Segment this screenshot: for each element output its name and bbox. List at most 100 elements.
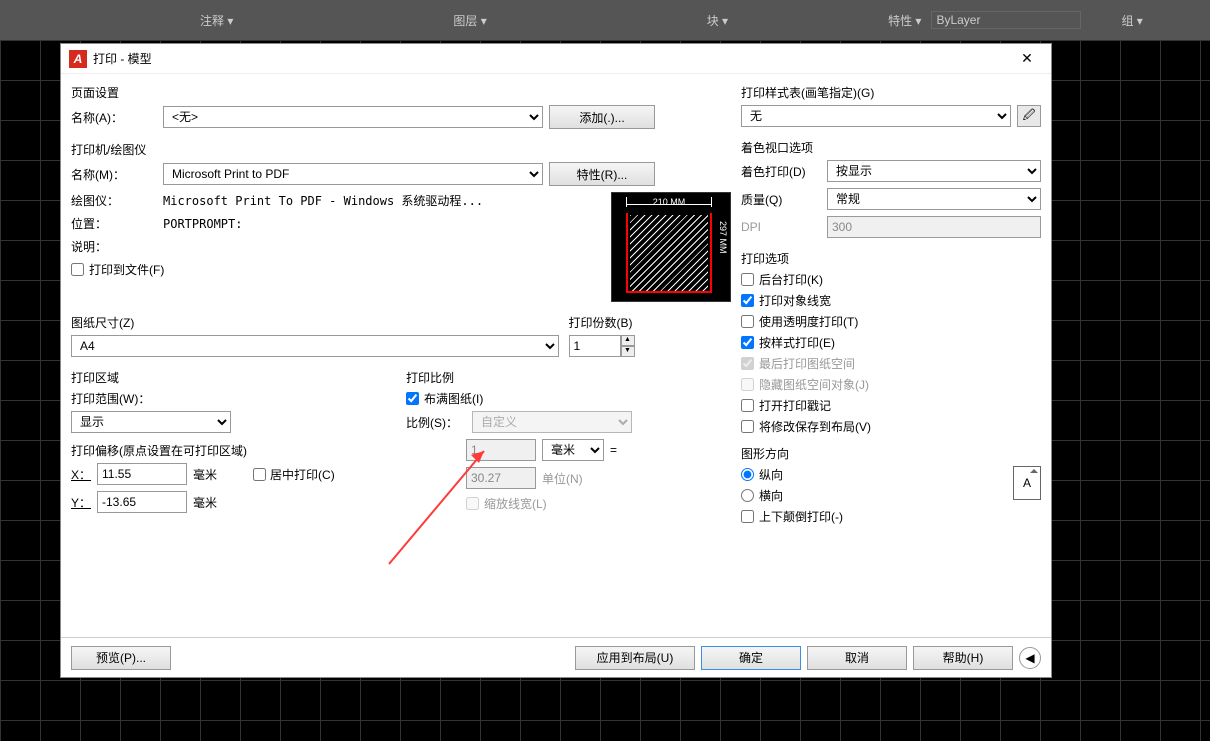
copies-input[interactable] — [569, 335, 621, 357]
transparency-label: 使用透明度打印(T) — [759, 313, 858, 330]
expand-button[interactable]: ◀ — [1019, 647, 1041, 669]
printer-group: 打印机/绘图仪 名称(M)： Microsoft Print to PDF 特性… — [71, 141, 731, 308]
scale-unit2-label: 单位(N) — [542, 470, 583, 487]
scale-unit1-select[interactable]: 毫米 — [542, 439, 604, 461]
printer-name-label: 名称(M)： — [71, 166, 157, 183]
background-print-label: 后台打印(K) — [759, 271, 823, 288]
style-table-edit-button[interactable]: 🖉 — [1017, 105, 1041, 127]
orientation-icon: A — [1013, 466, 1041, 500]
scale-select: 自定义 — [472, 411, 632, 433]
style-table-group: 打印样式表(画笔指定)(G) 无 🖉 — [741, 84, 1041, 133]
upside-down-checkbox[interactable] — [741, 510, 754, 523]
fit-to-paper-label: 布满图纸(I) — [424, 390, 483, 407]
print-scale-group: 打印比例 布满图纸(I) 比例(S)： 自定义 毫米 = 单位(N) 缩放线宽(… — [406, 369, 731, 516]
layer-select[interactable]: ByLayer — [931, 11, 1081, 29]
paper-preview: 210 MM 297 MM — [611, 192, 731, 302]
paper-size-select[interactable]: A4 — [71, 335, 559, 357]
printer-name-select[interactable]: Microsoft Print to PDF — [163, 163, 543, 185]
page-setup-heading: 页面设置 — [71, 84, 731, 101]
landscape-label: 横向 — [759, 487, 783, 504]
scale-lw-checkbox — [466, 497, 479, 510]
location-value: PORTPROMPT: — [163, 217, 242, 231]
plotter-label: 绘图仪： — [71, 192, 157, 209]
brush-icon: 🖉 — [1023, 106, 1036, 127]
ribbon-group[interactable]: 块 ▾ — [707, 12, 728, 29]
plotter-value: Microsoft Print To PDF - Windows 系统驱动程..… — [163, 192, 483, 209]
background-print-checkbox[interactable] — [741, 273, 754, 286]
stamp-checkbox[interactable] — [741, 399, 754, 412]
style-table-select[interactable]: 无 — [741, 105, 1011, 127]
save-layout-label: 将修改保存到布局(V) — [759, 418, 871, 435]
ribbon-group[interactable]: 组 ▾ — [1121, 12, 1142, 29]
offset-x-input[interactable] — [97, 463, 187, 485]
fit-to-paper-checkbox[interactable] — [406, 392, 419, 405]
close-button[interactable]: ✕ — [1011, 50, 1043, 67]
printer-props-button[interactable]: 特性(R)... — [549, 162, 655, 186]
stamp-label: 打开打印戳记 — [759, 397, 831, 414]
paper-size-group: 图纸尺寸(Z) A4 — [71, 314, 559, 357]
shade-viewport-heading: 着色视口选项 — [741, 139, 1041, 156]
print-to-file-checkbox[interactable] — [71, 263, 84, 276]
shade-viewport-group: 着色视口选项 着色打印(D) 按显示 质量(Q) 常规 DPI — [741, 139, 1041, 244]
ribbon-bar: 注释 ▾ 图层 ▾ 块 ▾ 特性 ▾ ByLayer 组 ▾ — [0, 0, 1210, 40]
chevron-left-icon: ◀ — [1025, 651, 1034, 665]
copies-heading: 打印份数(B) — [569, 314, 732, 331]
dpi-label: DPI — [741, 220, 821, 234]
print-options-group: 打印选项 后台打印(K) 打印对象线宽 使用透明度打印(T) 按样式打印(E) … — [741, 250, 1041, 439]
scale-unit2-input — [466, 467, 536, 489]
page-setup-group: 页面设置 名称(A)： <无> 添加(.)... — [71, 84, 731, 135]
print-area-heading: 打印区域 — [71, 369, 396, 386]
page-setup-name-select[interactable]: <无> — [163, 106, 543, 128]
print-range-select[interactable]: 显示 — [71, 411, 231, 433]
landscape-radio[interactable] — [741, 489, 754, 502]
help-button[interactable]: 帮助(H) — [913, 646, 1013, 670]
preview-button[interactable]: 预览(P)... — [71, 646, 171, 670]
orientation-group: 图形方向 纵向 横向 上下颠倒打印(-) A — [741, 445, 1041, 529]
offset-heading: 打印偏移(原点设置在可打印区域) — [71, 442, 391, 459]
offset-group: 打印偏移(原点设置在可打印区域) X： 毫米 居中打印(C) Y： 毫米 — [71, 442, 391, 519]
stepper-up-icon[interactable]: ▲ — [621, 335, 635, 346]
orientation-heading: 图形方向 — [741, 445, 1041, 462]
dialog-title: 打印 - 模型 — [93, 50, 1011, 67]
autocad-logo-icon: A — [69, 50, 87, 68]
paper-width-dim: 210 MM — [626, 197, 712, 207]
page-setup-name-label: 名称(A)： — [71, 109, 157, 126]
scale-label: 比例(S)： — [406, 414, 466, 431]
shade-print-label: 着色打印(D) — [741, 163, 821, 180]
print-scale-heading: 打印比例 — [406, 369, 731, 386]
hide-paperspace-label: 隐藏图纸空间对象(J) — [759, 376, 869, 393]
save-layout-checkbox[interactable] — [741, 420, 754, 433]
offset-x-label: X： — [71, 466, 91, 483]
scale-unit1-input — [466, 439, 536, 461]
offset-x-mm: 毫米 — [193, 466, 217, 483]
cancel-button[interactable]: 取消 — [807, 646, 907, 670]
offset-y-input[interactable] — [97, 491, 187, 513]
ok-button[interactable]: 确定 — [701, 646, 801, 670]
transparency-checkbox[interactable] — [741, 315, 754, 328]
printer-heading: 打印机/绘图仪 — [71, 141, 731, 158]
center-print-checkbox[interactable] — [253, 468, 266, 481]
ribbon-group[interactable]: 图层 ▾ — [453, 12, 486, 29]
paper-height-dim: 297 MM — [718, 221, 728, 254]
shade-print-select[interactable]: 按显示 — [827, 160, 1041, 182]
ribbon-group[interactable]: 特性 ▾ — [888, 12, 921, 29]
style-table-heading: 打印样式表(画笔指定)(G) — [741, 84, 1041, 101]
apply-to-layout-button[interactable]: 应用到布局(U) — [575, 646, 695, 670]
plot-dialog: A 打印 - 模型 ✕ 页面设置 名称(A)： <无> 添加(.)... 打印机… — [60, 43, 1052, 678]
offset-y-mm: 毫米 — [193, 494, 217, 511]
page-setup-add-button[interactable]: 添加(.)... — [549, 105, 655, 129]
location-label: 位置： — [71, 215, 157, 232]
copies-stepper[interactable]: ▲▼ — [569, 335, 635, 357]
titlebar: A 打印 - 模型 ✕ — [61, 44, 1051, 74]
by-style-checkbox[interactable] — [741, 336, 754, 349]
paper-size-heading: 图纸尺寸(Z) — [71, 314, 559, 331]
quality-select[interactable]: 常规 — [827, 188, 1041, 210]
dialog-footer: 预览(P)... 应用到布局(U) 确定 取消 帮助(H) ◀ — [61, 637, 1051, 677]
object-lw-checkbox[interactable] — [741, 294, 754, 307]
stepper-down-icon[interactable]: ▼ — [621, 346, 635, 357]
scale-lw-label: 缩放线宽(L) — [484, 495, 547, 512]
offset-y-label: Y： — [71, 494, 91, 511]
hide-paperspace-checkbox — [741, 378, 754, 391]
ribbon-group[interactable]: 注释 ▾ — [200, 12, 233, 29]
portrait-radio[interactable] — [741, 468, 754, 481]
